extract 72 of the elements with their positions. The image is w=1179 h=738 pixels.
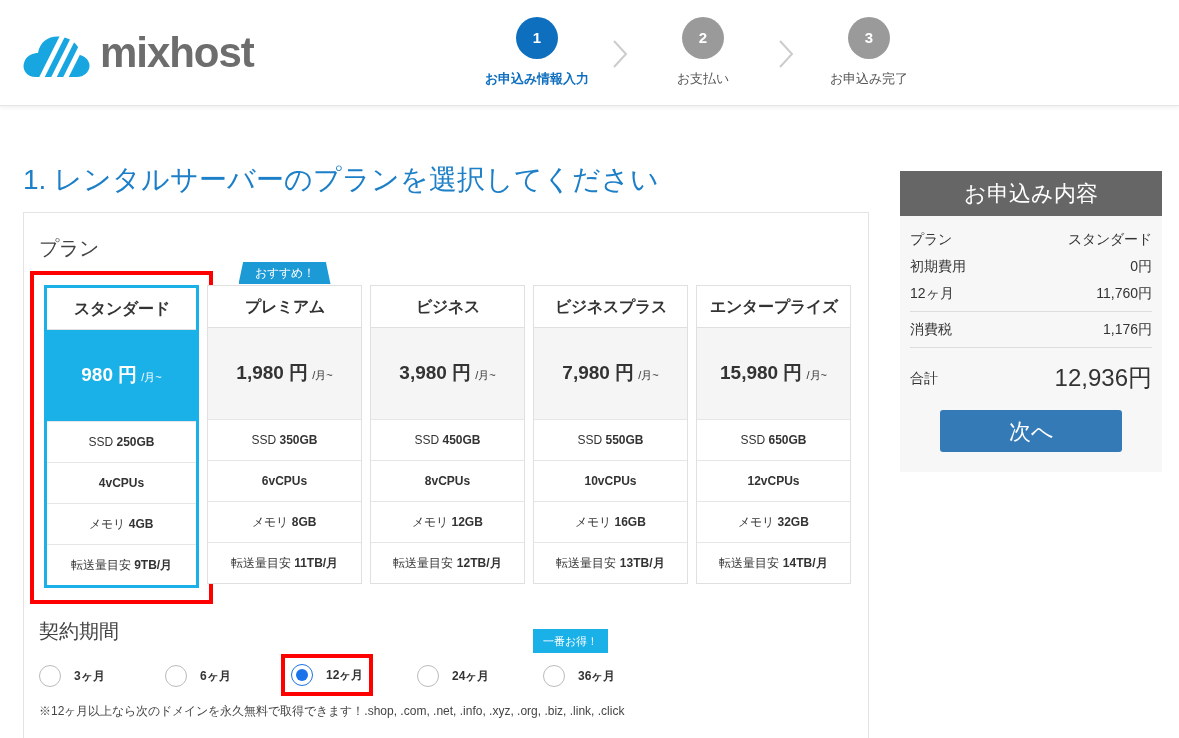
plan-spec: 6vCPUs bbox=[261, 473, 308, 490]
radio-button[interactable] bbox=[291, 664, 313, 686]
step-label: お申込み完了 bbox=[830, 69, 908, 88]
plan-card[interactable]: ビジネス 3,980 円 /月~ SSD 450GB 8vCPUs メモリ 12GB 転送量目安 12TB/月 bbox=[370, 285, 525, 584]
plan-spec: メモリ 12GB bbox=[412, 514, 483, 531]
radio-button[interactable] bbox=[165, 665, 187, 687]
summary-label: 初期費用 bbox=[910, 257, 966, 276]
step-number: 1 bbox=[516, 16, 558, 59]
plan-price: 7,980 円 bbox=[562, 361, 635, 386]
price-unit: /月~ bbox=[638, 368, 659, 384]
plan-spec: 12vCPUs bbox=[747, 473, 800, 490]
summary-value: 11,760円 bbox=[1096, 284, 1152, 303]
price-unit: /月~ bbox=[141, 370, 162, 386]
price-unit: /月~ bbox=[475, 368, 496, 384]
plan-spec: メモリ 16GB bbox=[575, 514, 646, 531]
period-label: 24ヶ月 bbox=[452, 668, 490, 685]
plan-spec: 10vCPUs bbox=[584, 473, 637, 490]
plan-spec: 転送量目安 9TB/月 bbox=[70, 557, 173, 574]
price-unit: /月~ bbox=[312, 368, 333, 384]
section-heading: プラン bbox=[39, 236, 99, 261]
next-button[interactable]: 次へ bbox=[940, 410, 1122, 452]
plan-card[interactable]: エンタープライズ 15,980 円 /月~ SSD 650GB 12vCPUs メモリ 32GB 転送量目安 14TB/月 bbox=[696, 285, 851, 584]
plan-spec: 8vCPUs bbox=[424, 473, 471, 490]
step-number: 2 bbox=[682, 16, 724, 59]
radio-button[interactable] bbox=[543, 665, 565, 687]
period-label: 36ヶ月 bbox=[578, 668, 616, 685]
plan-price: 1,980 円 bbox=[236, 361, 309, 386]
summary-label: 消費税 bbox=[910, 320, 952, 339]
summary-value: 0円 bbox=[1130, 257, 1152, 276]
domain-note: ※12ヶ月以上なら次のドメインを永久無料で取得できます！.shop, .com, .net, .info, .xyz, .org, .biz, .link, .click bbox=[39, 703, 626, 720]
plan-spec: SSD 350GB bbox=[251, 432, 318, 449]
plan-spec: メモリ 32GB bbox=[738, 514, 809, 531]
summary-label: 合計 bbox=[910, 368, 938, 388]
plan-spec: SSD 450GB bbox=[414, 432, 481, 449]
plan-spec: 転送量目安 11TB/月 bbox=[230, 555, 339, 572]
plan-spec: 転送量目安 14TB/月 bbox=[719, 555, 828, 572]
radio-button[interactable] bbox=[417, 665, 439, 687]
best-value-badge: 一番お得！ bbox=[533, 629, 608, 653]
chevron-right-icon bbox=[778, 38, 794, 69]
step-label: お申込み情報入力 bbox=[485, 69, 589, 88]
plan-price: 15,980 円 bbox=[720, 361, 803, 386]
plan-spec: SSD 250GB bbox=[88, 434, 155, 451]
plan-card[interactable]: スタンダード 980 円 /月~ SSD 250GB 4vCPUs メモリ 4GB 転送量目安 9TB/月 bbox=[44, 285, 199, 588]
summary-title: お申込み内容 bbox=[900, 171, 1162, 216]
plan-card[interactable]: ビジネスプラス 7,980 円 /月~ SSD 550GB 10vCPUs メモリ 16GB 転送量目安 13TB/月 bbox=[533, 285, 688, 584]
plan-price: 980 円 bbox=[81, 363, 138, 388]
summary-label: プラン bbox=[910, 230, 952, 249]
plan-spec: メモリ 8GB bbox=[252, 514, 317, 531]
period-label: 3ヶ月 bbox=[74, 668, 105, 685]
section-heading: 契約期間 bbox=[39, 619, 119, 644]
plan-price: 3,980 円 bbox=[399, 361, 472, 386]
plan-card[interactable]: プレミアム 1,980 円 /月~ SSD 350GB 6vCPUs メモリ 8GB 転送量目安 11TB/月 bbox=[207, 285, 362, 584]
summary-value: 12,936円 bbox=[1054, 363, 1152, 393]
summary-value: スタンダード bbox=[1068, 230, 1152, 249]
period-label: 6ヶ月 bbox=[200, 668, 231, 685]
plan-spec: SSD 650GB bbox=[740, 432, 807, 449]
plan-spec: 転送量目安 12TB/月 bbox=[393, 555, 502, 572]
step-number: 3 bbox=[848, 16, 890, 59]
summary-label: 12ヶ月 bbox=[910, 284, 954, 303]
plan-spec: 転送量目安 13TB/月 bbox=[556, 555, 665, 572]
chevron-right-icon bbox=[612, 38, 628, 69]
period-label: 12ヶ月 bbox=[326, 667, 364, 684]
page-title: 1. レンタルサーバーのプランを選択してください bbox=[23, 166, 661, 194]
summary-value: 1,176円 bbox=[1102, 320, 1152, 339]
price-unit: /月~ bbox=[806, 368, 827, 384]
plan-spec: メモリ 4GB bbox=[89, 516, 154, 533]
plan-spec: 4vCPUs bbox=[98, 475, 145, 492]
recommend-badge: おすすめ！ bbox=[238, 262, 331, 284]
step-label: お支払い bbox=[677, 69, 729, 88]
plan-spec: SSD 550GB bbox=[577, 432, 644, 449]
radio-button[interactable] bbox=[39, 665, 61, 687]
logo-text: mixhost bbox=[100, 31, 254, 74]
